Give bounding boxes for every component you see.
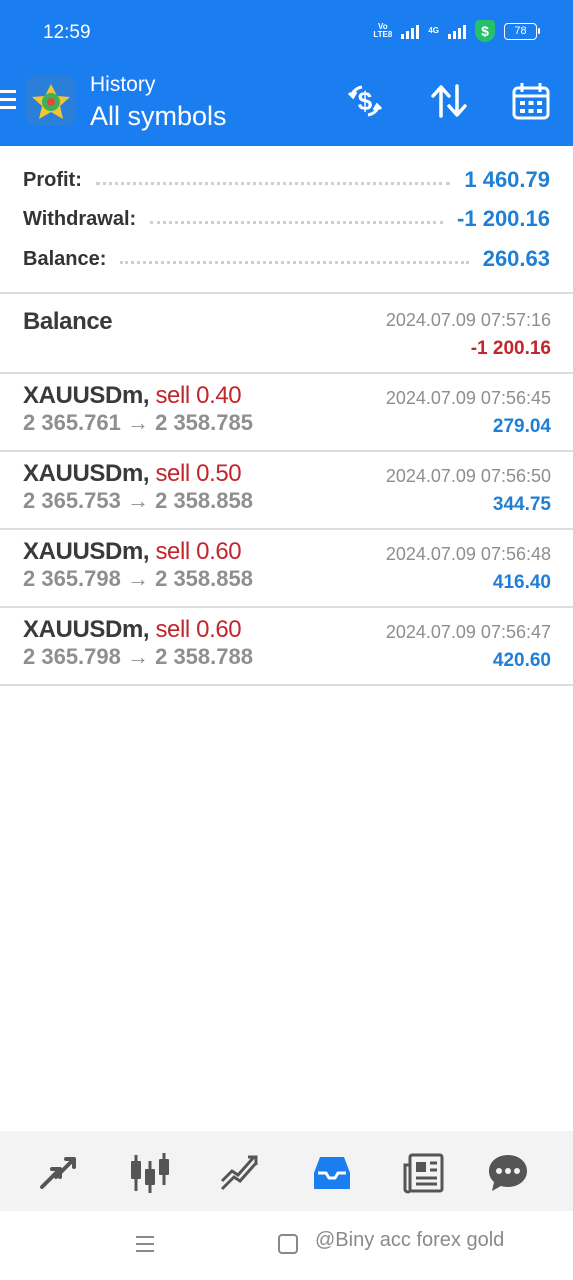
menu-icon[interactable] <box>0 90 16 114</box>
status-time: 12:59 <box>43 22 91 43</box>
deal-symbol: XAUUSDm, sell 0.50 <box>23 460 242 487</box>
home-icon[interactable] <box>277 1233 299 1255</box>
deal-profit: 420.60 <box>492 650 551 671</box>
summary-label: Balance: <box>23 247 107 270</box>
deal-row[interactable]: XAUUSDm, sell 0.60 2 365.798 → 2 358.788… <box>0 608 573 684</box>
history-icon[interactable] <box>310 1151 354 1195</box>
system-nav-bar: @Biny acc forex gold <box>0 1211 573 1280</box>
deal-prices: 2 365.798 → 2 358.788 <box>23 644 253 669</box>
deal-row[interactable]: XAUUSDm, sell 0.60 2 365.798 → 2 358.858… <box>0 530 573 606</box>
network-4g-label: 4G <box>428 26 439 35</box>
summary-profit-row: Profit: 1 460.79 <box>23 165 550 195</box>
balance-entry-label: Balance <box>23 308 113 335</box>
deal-prices: 2 365.753 → 2 358.858 <box>23 488 253 513</box>
app-logo <box>26 76 76 126</box>
trade-icon[interactable] <box>218 1151 262 1195</box>
deal-prices: 2 365.798 → 2 358.858 <box>23 566 253 591</box>
volte-label: Vo LTE8 <box>373 22 393 39</box>
deal-symbol: XAUUSDm, sell 0.40 <box>23 382 242 409</box>
summary-withdrawal-row: Withdrawal: -1 200.16 <box>23 204 550 234</box>
deal-profit: 344.75 <box>492 494 551 515</box>
summary-value: 1 460.79 <box>464 167 550 192</box>
deal-time: 2024.07.09 07:56:47 <box>385 622 551 642</box>
deal-time: 2024.07.09 07:56:50 <box>385 466 551 486</box>
app-header: 12:59 Vo LTE8 4G $ 78 History All symbol… <box>0 0 573 146</box>
signal-icon <box>401 23 420 39</box>
summary-label: Withdrawal: <box>23 207 137 230</box>
svg-text:$: $ <box>358 86 373 116</box>
deposit-dollar-icon[interactable]: $ <box>344 80 386 122</box>
deal-type: sell 0.60 <box>155 616 242 643</box>
deal-type: sell 0.40 <box>155 382 242 409</box>
dotted-leader <box>150 220 444 224</box>
header-subtitle: History <box>90 73 156 96</box>
header-title[interactable]: All symbols <box>90 101 227 132</box>
chat-icon[interactable] <box>486 1151 530 1195</box>
security-shield-icon: $ <box>475 20 495 42</box>
deal-profit: 279.04 <box>492 416 551 437</box>
battery-icon: 78 <box>504 22 540 40</box>
bottom-nav <box>0 1131 573 1211</box>
news-icon[interactable] <box>402 1151 446 1195</box>
deal-type: sell 0.60 <box>155 538 242 565</box>
calendar-icon[interactable] <box>510 80 552 122</box>
balance-entry-time: 2024.07.09 07:57:16 <box>385 310 551 330</box>
signal-2-icon <box>448 23 466 39</box>
summary-value: -1 200.16 <box>457 206 550 231</box>
deal-prices: 2 365.761 → 2 358.785 <box>23 410 253 435</box>
deal-row[interactable]: XAUUSDm, sell 0.50 2 365.753 → 2 358.858… <box>0 452 573 528</box>
deal-profit: 416.40 <box>492 572 551 593</box>
balance-entry-amount: -1 200.16 <box>470 338 551 359</box>
divider <box>0 292 573 294</box>
dotted-leader <box>120 260 469 264</box>
deal-symbol: XAUUSDm, sell 0.60 <box>23 538 242 565</box>
balance-entry-row[interactable]: Balance 2024.07.09 07:57:16 -1 200.16 <box>0 296 573 372</box>
deal-time: 2024.07.09 07:56:45 <box>385 388 551 408</box>
recent-apps-icon[interactable] <box>134 1233 156 1255</box>
deal-symbol: XAUUSDm, sell 0.60 <box>23 616 242 643</box>
deal-type: sell 0.50 <box>155 460 242 487</box>
deal-row[interactable]: XAUUSDm, sell 0.40 2 365.761 → 2 358.785… <box>0 374 573 450</box>
summary-value: 260.63 <box>482 246 550 271</box>
dotted-leader <box>95 181 451 185</box>
summary-balance-row: Balance: 260.63 <box>23 244 550 274</box>
chart-icon[interactable] <box>128 1151 172 1195</box>
divider <box>0 684 573 686</box>
watermark-text: @Biny acc forex gold <box>315 1229 505 1251</box>
status-icons: Vo LTE8 4G $ 78 <box>373 20 540 42</box>
quotes-icon[interactable] <box>36 1151 80 1195</box>
deal-time: 2024.07.09 07:56:48 <box>385 544 551 564</box>
summary-label: Profit: <box>23 168 82 191</box>
sort-icon[interactable] <box>428 80 470 122</box>
